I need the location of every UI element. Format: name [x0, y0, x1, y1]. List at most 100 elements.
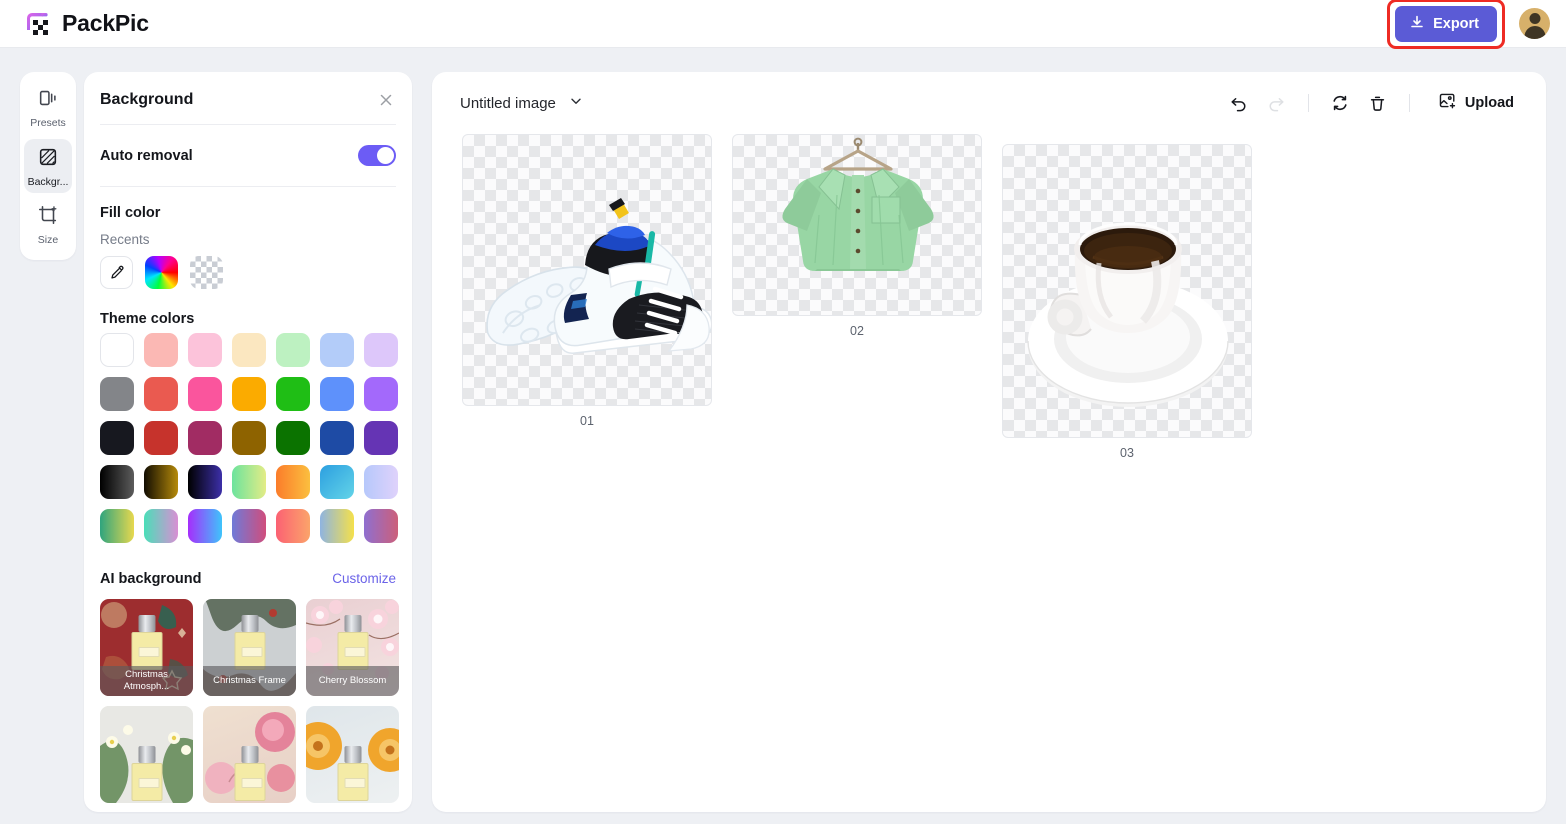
ai-background-card[interactable]: Christmas Frame — [203, 599, 296, 696]
sidebar-item-presets[interactable]: Presets — [24, 80, 72, 135]
theme-color-swatch[interactable] — [144, 421, 178, 455]
export-button[interactable]: Export — [1395, 5, 1497, 42]
close-icon[interactable] — [376, 90, 396, 110]
theme-color-swatch[interactable] — [100, 377, 134, 411]
green-shirt-image — [733, 135, 981, 315]
ai-background-card[interactable]: Cherry Blossom — [306, 599, 399, 696]
theme-color-swatch[interactable] — [144, 465, 178, 499]
page-title: Background — [100, 91, 194, 108]
sidebar-item-size[interactable]: Size — [24, 197, 72, 252]
sidebar-item-background[interactable]: Backgr... — [24, 138, 72, 194]
theme-color-swatch[interactable] — [364, 421, 398, 455]
perfume-bottle-icon — [131, 746, 162, 801]
customize-link[interactable]: Customize — [332, 571, 396, 586]
theme-color-swatch[interactable] — [188, 421, 222, 455]
theme-color-swatch[interactable] — [100, 333, 134, 367]
color-wheel-icon[interactable] — [145, 256, 178, 289]
theme-color-swatch[interactable] — [232, 421, 266, 455]
theme-colors-title: Theme colors — [100, 311, 195, 327]
theme-color-swatch[interactable] — [144, 509, 178, 543]
image-thumbnail[interactable] — [1002, 144, 1252, 438]
image-card[interactable]: 02 — [732, 134, 982, 338]
fill-color-title: Fill color — [100, 205, 161, 221]
image-caption: 01 — [580, 414, 594, 428]
eyedropper-icon[interactable] — [100, 256, 133, 289]
ai-background-label: Christmas Atmosph... — [100, 666, 193, 696]
theme-color-swatch[interactable] — [144, 377, 178, 411]
redo-icon[interactable] — [1260, 86, 1294, 120]
sidebar-item-label: Backgr... — [27, 176, 69, 188]
canvas-toolbar: Untitled image Upload — [432, 72, 1546, 134]
export-label: Export — [1433, 15, 1479, 32]
theme-color-swatch[interactable] — [100, 421, 134, 455]
top-bar: PackPic Export — [0, 0, 1566, 49]
canvas-area: Untitled image Upload 01 02 03 — [432, 72, 1546, 812]
download-icon — [1409, 14, 1425, 34]
image-add-icon — [1438, 91, 1457, 115]
auto-removal-label: Auto removal — [100, 147, 193, 164]
divider — [1307, 94, 1309, 112]
theme-color-swatch[interactable] — [276, 377, 310, 411]
ai-background-card[interactable]: Christmas Atmosph... — [100, 599, 193, 696]
perfume-bottle-icon — [131, 615, 162, 670]
theme-color-swatch[interactable] — [232, 509, 266, 543]
refresh-loop-icon[interactable] — [1323, 86, 1357, 120]
sneakers-image — [463, 135, 711, 405]
ai-background-title: AI background — [100, 571, 202, 587]
brand: PackPic — [22, 9, 149, 39]
theme-color-swatch[interactable] — [320, 509, 354, 543]
image-thumbnail[interactable] — [732, 134, 982, 316]
theme-color-swatch[interactable] — [188, 509, 222, 543]
background-panel-scroll[interactable]: Background Auto removal Fill color Recen… — [84, 72, 412, 812]
theme-color-swatch[interactable] — [188, 377, 222, 411]
recent-swatches — [100, 256, 396, 289]
transparent-icon[interactable] — [190, 256, 223, 289]
theme-color-swatch[interactable] — [320, 377, 354, 411]
theme-color-swatch[interactable] — [276, 509, 310, 543]
undo-icon[interactable] — [1222, 86, 1256, 120]
theme-color-swatch[interactable] — [276, 465, 310, 499]
image-card[interactable]: 03 — [1002, 144, 1252, 460]
theme-color-swatch[interactable] — [276, 421, 310, 455]
theme-color-swatch[interactable] — [364, 465, 398, 499]
perfume-bottle-icon — [234, 746, 265, 801]
theme-color-swatch[interactable] — [232, 333, 266, 367]
image-caption: 03 — [1120, 446, 1134, 460]
background-icon — [37, 146, 59, 173]
theme-color-swatch[interactable] — [320, 421, 354, 455]
image-thumbnail[interactable] — [462, 134, 712, 406]
theme-color-swatch[interactable] — [100, 509, 134, 543]
theme-color-swatch[interactable] — [276, 333, 310, 367]
image-card-list: 01 02 03 — [432, 134, 1546, 460]
theme-color-swatch[interactable] — [320, 465, 354, 499]
auto-removal-toggle[interactable] — [358, 145, 396, 166]
user-avatar-icon[interactable] — [1519, 8, 1550, 39]
canvas-tools: Upload — [1222, 85, 1522, 121]
theme-color-swatch[interactable] — [364, 377, 398, 411]
theme-color-swatch[interactable] — [364, 509, 398, 543]
theme-color-swatch[interactable] — [232, 377, 266, 411]
theme-color-swatch[interactable] — [100, 465, 134, 499]
divider — [1408, 94, 1410, 112]
perfume-bottle-icon — [337, 746, 368, 801]
theme-color-swatch[interactable] — [188, 465, 222, 499]
left-rail: Presets Backgr... Size — [20, 72, 76, 260]
theme-color-swatch[interactable] — [144, 333, 178, 367]
divider — [100, 186, 396, 187]
recents-label: Recents — [100, 232, 150, 247]
theme-color-swatch[interactable] — [364, 333, 398, 367]
ai-background-card[interactable] — [203, 706, 296, 803]
ai-background-card[interactable] — [100, 706, 193, 803]
theme-color-swatch[interactable] — [320, 333, 354, 367]
ai-background-label: Christmas Frame — [203, 666, 296, 696]
trash-icon[interactable] — [1361, 86, 1395, 120]
ai-background-header: AI background Customize — [100, 571, 396, 587]
presets-icon — [37, 87, 59, 114]
theme-color-swatch[interactable] — [188, 333, 222, 367]
ai-background-grid: Christmas Atmosph... Christmas Frame Che… — [100, 599, 399, 803]
ai-background-card[interactable] — [306, 706, 399, 803]
image-card[interactable]: 01 — [462, 134, 712, 428]
theme-color-swatch[interactable] — [232, 465, 266, 499]
upload-button[interactable]: Upload — [1430, 85, 1522, 121]
document-name-dropdown[interactable]: Untitled image — [460, 93, 584, 114]
